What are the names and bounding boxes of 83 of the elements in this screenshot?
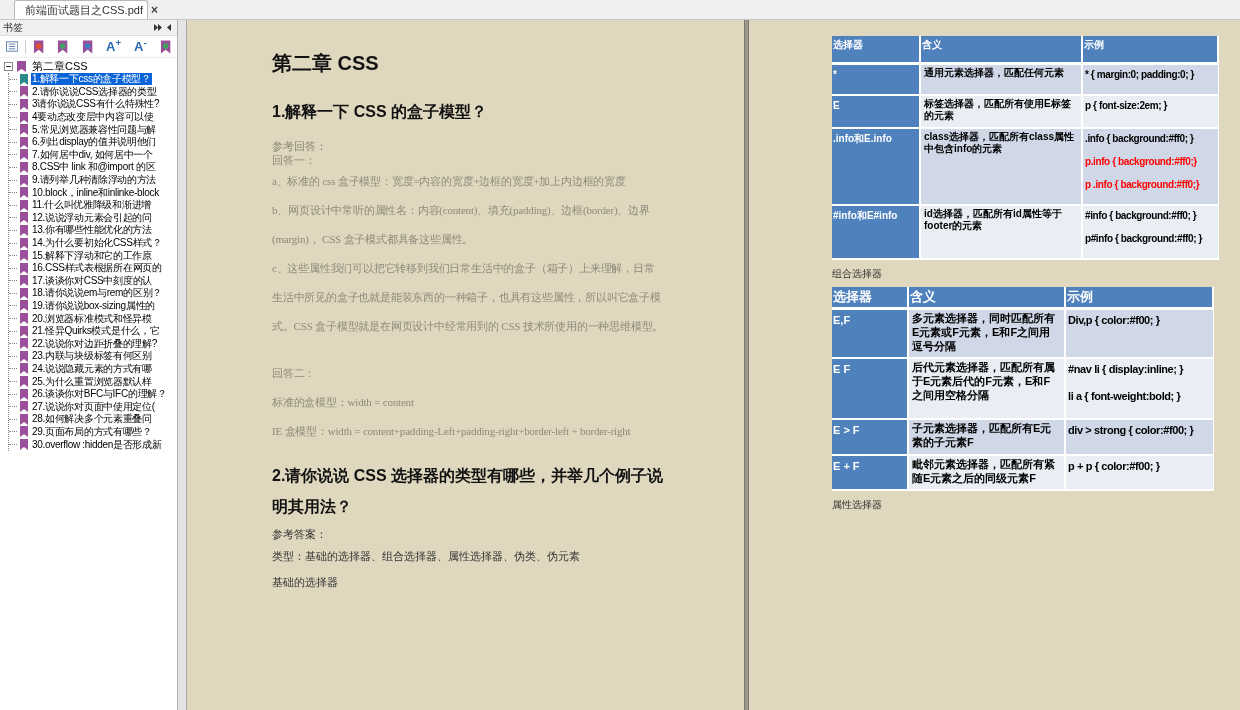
bookmark-item[interactable]: 3请你说说CSS有什么特殊性? — [31, 98, 161, 111]
code-example: p + p { color:#f00; } — [1068, 458, 1161, 474]
font-size-button[interactable]: A$^{+}$ — [106, 40, 122, 53]
bookmark-item[interactable]: 15.解释下浮动和它的工作原 — [31, 249, 153, 262]
bookmark-item[interactable]: 30.overflow :hidden是否形成新 — [31, 438, 163, 451]
bookmark-item[interactable]: 20.浏览器标准模式和怪异模 — [31, 312, 153, 325]
bookmark-item[interactable]: 11.什么叫优雅降级和渐进增 — [31, 199, 152, 212]
code-example: * { margin:0; padding:0; } — [1085, 67, 1196, 82]
code-example: #info { background:#ff0; } — [1085, 208, 1198, 223]
code-example: .info { background:#ff0; } — [1085, 131, 1195, 146]
bookmark-item[interactable]: 8.CSS中 link 和@import 的区 — [31, 161, 157, 174]
table-cell: E > F — [832, 419, 908, 455]
bookmark-item[interactable]: 1.解释一下css的盒子模型？ — [31, 73, 152, 86]
bookmark-item[interactable]: 12.说说浮动元素会引起的问 — [31, 211, 153, 224]
section-heading: 1.解释一下 CSS 的盒子模型？ — [272, 102, 489, 122]
table-cell: #info和E#info — [832, 204, 920, 259]
bookmark-item[interactable]: 22.说说你对边距折叠的理解? — [31, 337, 158, 350]
page-title: 第二章 CSS — [272, 51, 380, 76]
table-cell: 标签选择器，匹配所有使用E标签的元素 — [920, 94, 1082, 128]
close-icon[interactable]: × — [150, 4, 158, 16]
bookmark-item[interactable]: 2.请你说说CSS选择器的类型 — [31, 85, 158, 98]
code-example: div > strong { color:#f00; } — [1068, 423, 1195, 439]
bookmark-item[interactable]: 7.如何居中div, 如何居中一个 — [31, 148, 154, 161]
bookmark-item[interactable]: 19.请你说说box-sizing属性的 — [31, 300, 156, 312]
table-cell: 子元素选择器，匹配所有E元素的子元素F — [908, 419, 1065, 455]
table-cell: E,F — [832, 308, 908, 359]
bookmark-item[interactable]: 17.谈谈你对CSS中刻度的认 — [31, 274, 153, 287]
column-header: 含义 — [920, 36, 1082, 63]
table-cell: 后代元素选择器，匹配所有属于E元素后代的F元素，E和F之间用空格分隔 — [908, 358, 1065, 420]
table-cell: 通用元素选择器，匹配任何元素 — [920, 63, 1082, 95]
font-size-button[interactable]: A$^{-}$ — [134, 40, 147, 53]
table-caption: 组合选择器 — [832, 266, 883, 281]
answer-paragraph: b、网页设计中常听的属性名：内容(content)、填充(padding)、边框(border)、边界(margin)， CSS 盒子模式都具备这些属性。 — [272, 203, 651, 247]
bookmark-item[interactable]: 5.常见浏览器兼容性问题与解 — [31, 123, 158, 136]
bookmark-item[interactable]: 26.谈谈你对BFC与IFC的理解？ — [31, 388, 168, 401]
bookmark-item[interactable]: 6.列出display的值并说明他们 — [31, 136, 158, 149]
column-header: 选择器 — [832, 286, 908, 309]
code-example: #nav li { display:inline; } — [1068, 362, 1185, 378]
answer-paragraph: a、标准的 css 盒子模型：宽度=内容的宽度+边框的宽度+加上内边框的宽度 — [272, 174, 627, 189]
bookmark-item[interactable]: 21.怪异Quirks模式是什么，它 — [31, 325, 161, 338]
body-text: 基础的选择器 — [272, 576, 339, 590]
code-example: p.info { background:#ff0;} — [1085, 154, 1198, 169]
tab-title: 前端面试题目之CSS.pdf — [25, 2, 143, 18]
bookmark-item[interactable]: 27.说说你对页面中使用定位( — [31, 400, 156, 413]
body-text: 类型：基础的选择器、组合选择器、属性选择器、伪类、伪元素 — [272, 550, 581, 564]
table-cell: E — [832, 94, 920, 128]
table-cell: 毗邻元素选择器，匹配所有紧随E元素之后的同级元素F — [908, 454, 1065, 491]
code-example: p#info { background:#ff0; } — [1085, 231, 1204, 246]
code-example: p .info { background:#ff0;} — [1085, 177, 1201, 192]
bookmark-item[interactable]: 25.为什么重置浏览器默认样 — [31, 375, 153, 388]
section-heading: 2.请你说说 CSS 选择器的类型有哪些，并举几个例子说明其用法？ — [272, 466, 664, 517]
table-cell: 多元素选择器，同时匹配所有E元素或F元素，E和F之间用逗号分隔 — [908, 308, 1065, 359]
column-header: 示例 — [1082, 36, 1218, 63]
table-caption: 属性选择器 — [832, 498, 883, 513]
bookmark-item[interactable]: 16.CSS样式表根据所在网页的 — [31, 262, 163, 275]
table-cell: class选择器，匹配所有class属性中包含info的元素 — [920, 127, 1082, 205]
bookmark-item[interactable]: 10.block，inline和inlinke-block — [31, 186, 160, 199]
table-cell: id选择器，匹配所有id属性等于footer的元素 — [920, 204, 1082, 259]
answer-label: 参考回答： — [272, 139, 328, 153]
table-cell: E F — [832, 358, 908, 420]
column-header: 含义 — [908, 286, 1065, 309]
answer-paragraph: 标准的盒模型：width = content — [272, 395, 415, 410]
code-example: Div,p { color:#f00; } — [1068, 313, 1161, 328]
column-header: 示例 — [1065, 286, 1213, 309]
bookmark-item[interactable]: 28.如何解决多个元素重叠问 — [31, 413, 153, 426]
table-cell: E + F — [832, 454, 908, 491]
bookmark-item[interactable]: 14.为什么要初始化CSS样式？ — [31, 237, 163, 249]
bookmark-item[interactable]: 24.说说隐藏元素的方式有哪 — [31, 362, 153, 375]
table-cell: .info和E.info — [832, 127, 920, 205]
column-header: 选择器 — [832, 36, 920, 63]
answer-paragraph: 回答二： — [272, 366, 317, 381]
panel-title: 书签 — [3, 21, 23, 35]
bookmark-item[interactable]: 4要动态改变层中内容可以使 — [31, 111, 155, 124]
bookmark-item[interactable]: 9.请列举几种清除浮动的方法 — [31, 174, 158, 187]
bookmark-item[interactable]: 18.请你说说em与rem的区别？ — [31, 287, 163, 300]
bookmark-item[interactable]: 29.页面布局的方式有哪些？ — [31, 425, 153, 438]
code-example: p { font-size:2em; } — [1085, 98, 1169, 113]
bookmark-item[interactable]: 23.内联与块级标签有何区别 — [31, 350, 153, 363]
table-cell: * — [832, 63, 920, 95]
body-text: 参考答案： — [272, 528, 328, 542]
answer-paragraph: IE 盒模型：width = content+padding-Left+padding-right+border-left + border-right — [272, 424, 632, 439]
code-example: li a { font-weight:bold; } — [1068, 388, 1182, 404]
bookmark-item[interactable]: 13.你有哪些性能优化的方法 — [31, 224, 153, 237]
